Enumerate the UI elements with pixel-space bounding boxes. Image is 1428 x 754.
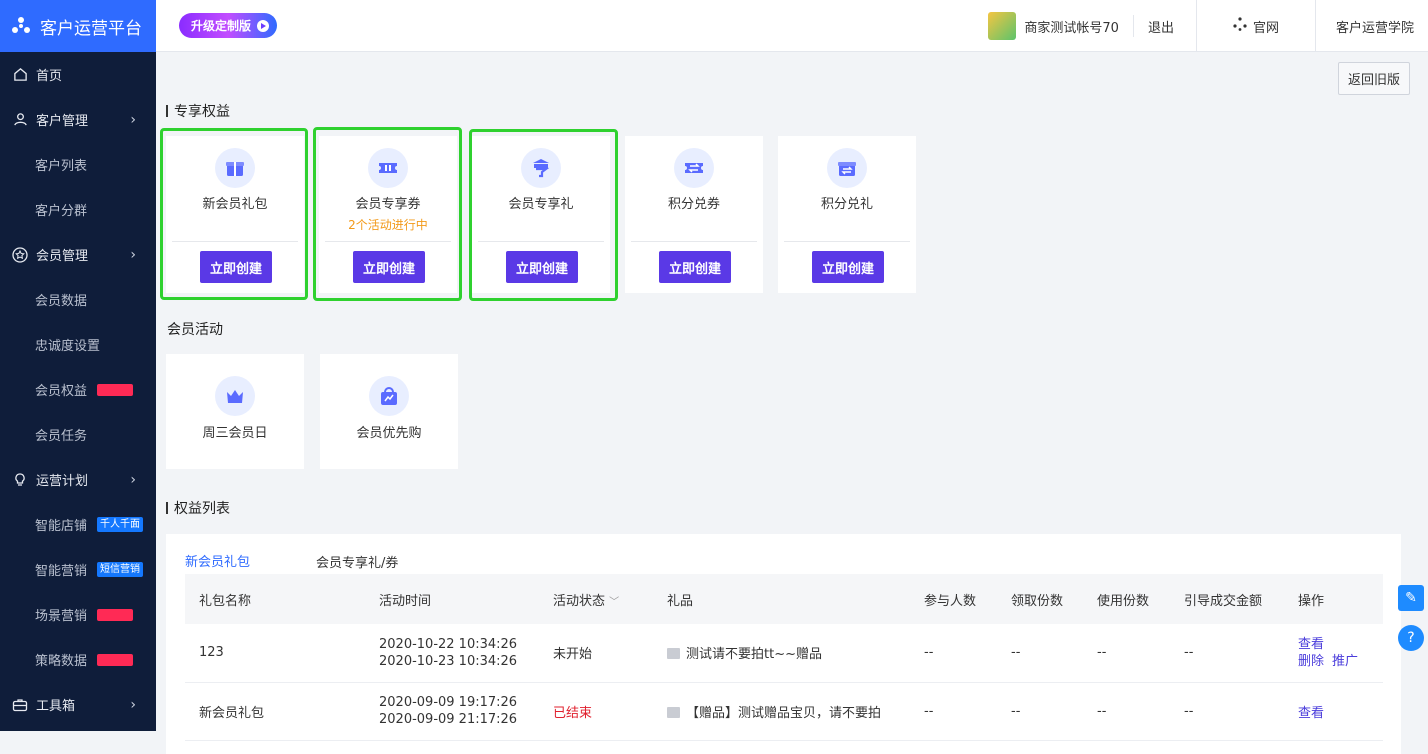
create-button[interactable]: 立即创建 xyxy=(812,251,884,283)
sidebar-item-customer-mgmt[interactable]: 客户管理› xyxy=(0,97,156,142)
user-icon xyxy=(12,112,28,128)
create-button[interactable]: 立即创建 xyxy=(506,251,578,283)
tab-member-gift-coupon[interactable]: 会员专享礼/券 xyxy=(316,544,398,578)
rights-card-points-gift: 积分兑礼 立即创建 xyxy=(778,136,916,293)
sidebar: 客户运营平台 首页 客户管理› 客户列表 客户分群 会员管理› 会员数据 忠诚度… xyxy=(0,0,156,731)
chevron-right-icon: › xyxy=(130,472,136,488)
view-link[interactable]: 查看 xyxy=(1298,637,1324,652)
app-title: 客户运营平台 xyxy=(40,14,142,39)
help-icon[interactable]: ? xyxy=(1398,625,1424,651)
brand-header[interactable]: 客户运营平台 xyxy=(0,0,156,52)
create-button[interactable]: 立即创建 xyxy=(200,251,272,283)
sidebar-item-member-tasks[interactable]: 会员任务 xyxy=(0,412,156,457)
gift-icon xyxy=(667,707,680,718)
logo-icon xyxy=(10,15,32,37)
enjoy-icon xyxy=(521,148,561,188)
new-badge xyxy=(97,609,133,621)
edit-icon[interactable]: ✎ xyxy=(1398,585,1424,611)
table-header: 领取份数 xyxy=(997,574,1083,624)
chevron-right-icon: › xyxy=(130,697,136,713)
activity-card-priority-buy[interactable]: 会员优先购 xyxy=(320,354,458,469)
sidebar-item-home[interactable]: 首页 xyxy=(0,52,156,97)
table-header: 礼包名称 xyxy=(185,574,365,624)
toolbox-icon xyxy=(12,697,28,713)
sidebar-item-customer-group[interactable]: 客户分群 xyxy=(0,187,156,232)
table-header: 引导成交金额 xyxy=(1170,574,1284,624)
play-icon xyxy=(257,20,269,32)
crown-icon xyxy=(215,376,255,416)
status-badge: 千人千面 xyxy=(97,517,143,532)
topbar-right: 商家测试帐号70 退出 官网 客户运营学院 xyxy=(988,0,1428,52)
topbar: 升级定制版 商家测试帐号70 退出 官网 客户运营学院 xyxy=(156,0,1428,52)
section-title-activities: 会员活动 xyxy=(167,319,223,339)
delete-link[interactable]: 删除 xyxy=(1298,654,1324,669)
sidebar-item-member-data[interactable]: 会员数据 xyxy=(0,277,156,322)
official-site-link[interactable]: 官网 xyxy=(1197,0,1316,52)
sidebar-item-member-rights[interactable]: 会员权益 xyxy=(0,367,156,412)
sidebar-item-toolbox[interactable]: 工具箱› xyxy=(0,682,156,727)
main-content: 返回旧版 专享权益 新会员礼包 立即创建 会员专享券 2个活动进行中 立即创建 … xyxy=(156,52,1428,731)
view-link[interactable]: 查看 xyxy=(1298,706,1324,721)
sidebar-item-smart-store[interactable]: 智能店铺千人千面 xyxy=(0,502,156,547)
chevron-down-icon: ﹀ xyxy=(609,597,619,608)
chevron-right-icon: › xyxy=(130,247,136,263)
bulb-icon xyxy=(12,472,28,488)
create-button[interactable]: 立即创建 xyxy=(659,251,731,283)
table-header: 操作 xyxy=(1284,574,1383,624)
coupon-icon xyxy=(368,148,408,188)
rights-list-panel: 新会员礼包 会员专享礼/券 礼包名称 活动时间 活动状态 ﹀ 礼品 参与人数 领… xyxy=(166,534,1401,754)
promote-link[interactable]: 推广 xyxy=(1332,654,1358,669)
create-button[interactable]: 立即创建 xyxy=(353,251,425,283)
table-row: 新会员礼包 2020-09-09 19:17:262020-09-09 21:1… xyxy=(185,682,1383,740)
rights-card-member-gift: 会员专享礼 立即创建 xyxy=(472,136,610,293)
rights-card-points-coupon: 积分兑券 立即创建 xyxy=(625,136,763,293)
chevron-right-icon: › xyxy=(130,112,136,128)
sidebar-item-smart-marketing[interactable]: 智能营销短信营销 xyxy=(0,547,156,592)
sidebar-item-ops-plan[interactable]: 运营计划› xyxy=(0,457,156,502)
rights-card-member-coupon: 会员专享券 2个活动进行中 立即创建 xyxy=(319,136,457,293)
gift-icon xyxy=(667,648,680,659)
status-badge: 短信营销 xyxy=(97,562,143,577)
academy-link[interactable]: 客户运营学院 xyxy=(1316,0,1428,52)
sidebar-item-loyalty[interactable]: 忠诚度设置 xyxy=(0,322,156,367)
tab-new-member-gift[interactable]: 新会员礼包 xyxy=(185,544,250,578)
tab-bar: 新会员礼包 会员专享礼/券 xyxy=(185,544,464,578)
section-title-list: 权益列表 xyxy=(166,498,230,518)
sidebar-nav: 首页 客户管理› 客户列表 客户分群 会员管理› 会员数据 忠诚度设置 会员权益… xyxy=(0,52,156,727)
activity-status-text: 2个活动进行中 xyxy=(319,216,457,233)
sidebar-item-scene-marketing[interactable]: 场景营销 xyxy=(0,592,156,637)
rights-table: 礼包名称 活动时间 活动状态 ﹀ 礼品 参与人数 领取份数 使用份数 引导成交金… xyxy=(185,574,1383,741)
sidebar-item-member-mgmt[interactable]: 会员管理› xyxy=(0,232,156,277)
sidebar-item-strategy-data[interactable]: 策略数据 xyxy=(0,637,156,682)
table-header: 礼品 xyxy=(653,574,910,624)
new-badge xyxy=(97,384,133,396)
new-badge xyxy=(97,654,133,666)
section-title-rights: 专享权益 xyxy=(166,101,230,121)
exchange-gift-icon xyxy=(827,148,867,188)
logout-link[interactable]: 退出 xyxy=(1134,0,1197,52)
home-icon xyxy=(12,67,28,83)
site-icon xyxy=(1233,17,1247,35)
activity-card-wednesday[interactable]: 周三会员日 xyxy=(166,354,304,469)
shopping-bag-icon xyxy=(369,376,409,416)
upgrade-button[interactable]: 升级定制版 xyxy=(179,13,277,38)
gift-icon xyxy=(215,148,255,188)
back-to-old-version-button[interactable]: 返回旧版 xyxy=(1338,62,1410,95)
exchange-coupon-icon xyxy=(674,148,714,188)
table-header: 参与人数 xyxy=(910,574,997,624)
star-icon xyxy=(12,247,28,263)
table-row: 123 2020-10-22 10:34:262020-10-23 10:34:… xyxy=(185,624,1383,682)
rights-card-new-member-gift: 新会员礼包 立即创建 xyxy=(166,136,304,293)
sidebar-item-customer-list[interactable]: 客户列表 xyxy=(0,142,156,187)
table-header: 活动时间 xyxy=(365,574,539,624)
account-menu[interactable]: 商家测试帐号70 xyxy=(988,15,1134,37)
table-header-status[interactable]: 活动状态 ﹀ xyxy=(539,574,653,624)
avatar xyxy=(988,12,1016,40)
table-header: 使用份数 xyxy=(1083,574,1170,624)
